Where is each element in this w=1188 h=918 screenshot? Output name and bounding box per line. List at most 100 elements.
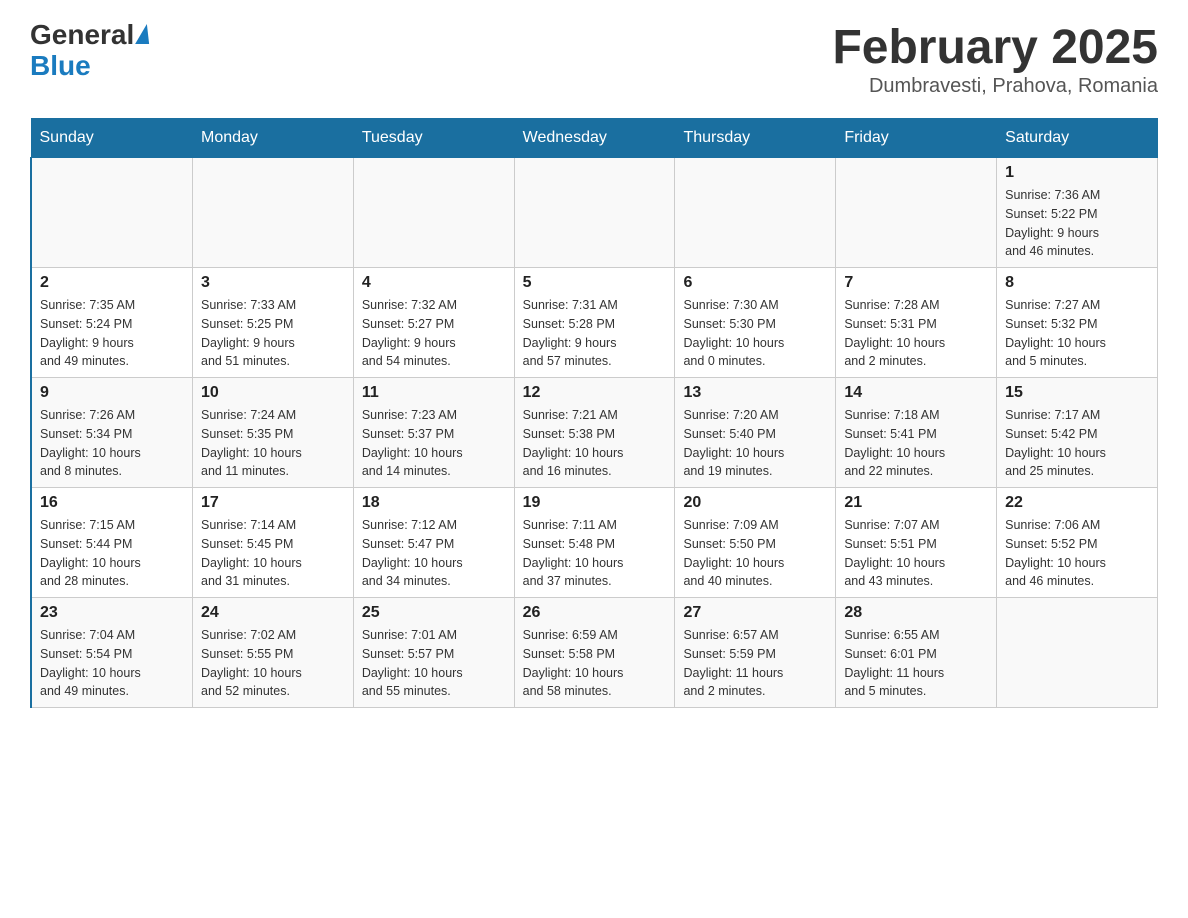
day-info: Sunrise: 7:07 AM Sunset: 5:51 PM Dayligh… [844,516,988,591]
day-info: Sunrise: 7:18 AM Sunset: 5:41 PM Dayligh… [844,406,988,481]
day-number: 12 [523,384,667,402]
day-info: Sunrise: 7:26 AM Sunset: 5:34 PM Dayligh… [40,406,184,481]
calendar-cell: 24 Sunrise: 7:02 AM Sunset: 5:55 PM Dayli… [193,598,354,708]
day-number: 13 [683,384,827,402]
calendar-cell: 4 Sunrise: 7:32 AM Sunset: 5:27 PM Daylig… [353,268,514,378]
calendar-cell: 3Sunrise: 7:33 AM Sunset: 5:25 PM Daylig… [193,268,354,378]
day-number: 4 [362,274,506,292]
calendar-cell: 13 Sunrise: 7:20 AM Sunset: 5:40 PM Dayli… [675,378,836,488]
day-number: 5 [523,274,667,292]
calendar-cell [193,158,354,268]
day-number: 27 [683,604,827,622]
calendar-cell: 20 Sunrise: 7:09 AM Sunset: 5:50 PM Dayli… [675,488,836,598]
day-number: 22 [1005,494,1149,512]
calendar-cell: 27Sunrise: 6:57 AM Sunset: 5:59 PM Dayli… [675,598,836,708]
calendar-week-5: 23 Sunrise: 7:04 AM Sunset: 5:54 PM Dayli… [31,598,1158,708]
day-number: 20 [683,494,827,512]
calendar-cell: 22 Sunrise: 7:06 AM Sunset: 5:52 PM Dayli… [997,488,1158,598]
day-number: 7 [844,274,988,292]
calendar-table: Sunday Monday Tuesday Wednesday Thursday… [30,118,1158,708]
logo-general-text: General [30,20,134,51]
day-number: 3 [201,274,345,292]
calendar-week-3: 9 Sunrise: 7:26 AM Sunset: 5:34 PM Daylig… [31,378,1158,488]
calendar-cell: 15Sunrise: 7:17 AM Sunset: 5:42 PM Dayli… [997,378,1158,488]
calendar-cell: 12 Sunrise: 7:21 AM Sunset: 5:38 PM Dayli… [514,378,675,488]
calendar-cell: 25 Sunrise: 7:01 AM Sunset: 5:57 PM Dayli… [353,598,514,708]
day-info: Sunrise: 7:17 AM Sunset: 5:42 PM Dayligh… [1005,406,1149,481]
day-number: 10 [201,384,345,402]
calendar-week-1: 1 Sunrise: 7:36 AM Sunset: 5:22 PM Daylig… [31,158,1158,268]
day-info: Sunrise: 7:27 AM Sunset: 5:32 PM Dayligh… [1005,296,1149,371]
day-number: 2 [40,274,184,292]
logo: General Blue [30,20,150,82]
calendar-cell [675,158,836,268]
col-friday: Friday [836,119,997,158]
logo-blue-text: Blue [30,50,91,81]
day-number: 9 [40,384,184,402]
day-info: Sunrise: 7:28 AM Sunset: 5:31 PM Dayligh… [844,296,988,371]
month-title: February 2025 [832,20,1158,75]
day-info: Sunrise: 7:02 AM Sunset: 5:55 PM Dayligh… [201,626,345,701]
calendar-cell [353,158,514,268]
day-number: 1 [1005,164,1149,182]
day-number: 21 [844,494,988,512]
calendar-cell: 16 Sunrise: 7:15 AM Sunset: 5:44 PM Dayli… [31,488,193,598]
day-number: 19 [523,494,667,512]
day-info: Sunrise: 7:15 AM Sunset: 5:44 PM Dayligh… [40,516,184,591]
col-tuesday: Tuesday [353,119,514,158]
col-thursday: Thursday [675,119,836,158]
calendar-cell: 2Sunrise: 7:35 AM Sunset: 5:24 PM Daylig… [31,268,193,378]
day-info: Sunrise: 6:55 AM Sunset: 6:01 PM Dayligh… [844,626,988,701]
calendar-cell: 9 Sunrise: 7:26 AM Sunset: 5:34 PM Daylig… [31,378,193,488]
page-header: General Blue February 2025 Dumbravesti, … [30,20,1158,98]
title-area: February 2025 Dumbravesti, Prahova, Roma… [832,20,1158,98]
day-info: Sunrise: 7:21 AM Sunset: 5:38 PM Dayligh… [523,406,667,481]
col-wednesday: Wednesday [514,119,675,158]
day-info: Sunrise: 7:20 AM Sunset: 5:40 PM Dayligh… [683,406,827,481]
calendar-cell: 1 Sunrise: 7:36 AM Sunset: 5:22 PM Daylig… [997,158,1158,268]
day-info: Sunrise: 7:04 AM Sunset: 5:54 PM Dayligh… [40,626,184,701]
calendar-week-4: 16 Sunrise: 7:15 AM Sunset: 5:44 PM Dayli… [31,488,1158,598]
day-info: Sunrise: 7:09 AM Sunset: 5:50 PM Dayligh… [683,516,827,591]
calendar-cell: 11Sunrise: 7:23 AM Sunset: 5:37 PM Dayli… [353,378,514,488]
calendar-cell [514,158,675,268]
calendar-cell: 14 Sunrise: 7:18 AM Sunset: 5:41 PM Dayli… [836,378,997,488]
calendar-cell: 8 Sunrise: 7:27 AM Sunset: 5:32 PM Daylig… [997,268,1158,378]
day-info: Sunrise: 7:24 AM Sunset: 5:35 PM Dayligh… [201,406,345,481]
calendar-week-2: 2Sunrise: 7:35 AM Sunset: 5:24 PM Daylig… [31,268,1158,378]
calendar-cell: 7 Sunrise: 7:28 AM Sunset: 5:31 PM Daylig… [836,268,997,378]
calendar-cell: 6Sunrise: 7:30 AM Sunset: 5:30 PM Daylig… [675,268,836,378]
day-number: 16 [40,494,184,512]
day-info: Sunrise: 7:32 AM Sunset: 5:27 PM Dayligh… [362,296,506,371]
calendar-cell: 26Sunrise: 6:59 AM Sunset: 5:58 PM Dayli… [514,598,675,708]
day-info: Sunrise: 7:12 AM Sunset: 5:47 PM Dayligh… [362,516,506,591]
calendar-cell: 5 Sunrise: 7:31 AM Sunset: 5:28 PM Daylig… [514,268,675,378]
day-number: 28 [844,604,988,622]
day-info: Sunrise: 7:14 AM Sunset: 5:45 PM Dayligh… [201,516,345,591]
calendar-cell: 23 Sunrise: 7:04 AM Sunset: 5:54 PM Dayli… [31,598,193,708]
day-number: 23 [40,604,184,622]
day-number: 25 [362,604,506,622]
day-info: Sunrise: 7:06 AM Sunset: 5:52 PM Dayligh… [1005,516,1149,591]
day-info: Sunrise: 7:11 AM Sunset: 5:48 PM Dayligh… [523,516,667,591]
day-info: Sunrise: 7:01 AM Sunset: 5:57 PM Dayligh… [362,626,506,701]
day-number: 17 [201,494,345,512]
calendar-cell: 21 Sunrise: 7:07 AM Sunset: 5:51 PM Dayli… [836,488,997,598]
calendar-cell [997,598,1158,708]
calendar-cell: 18 Sunrise: 7:12 AM Sunset: 5:47 PM Dayli… [353,488,514,598]
day-number: 8 [1005,274,1149,292]
day-info: Sunrise: 6:59 AM Sunset: 5:58 PM Dayligh… [523,626,667,701]
day-info: Sunrise: 7:31 AM Sunset: 5:28 PM Dayligh… [523,296,667,371]
day-info: Sunrise: 7:36 AM Sunset: 5:22 PM Dayligh… [1005,186,1149,261]
day-number: 14 [844,384,988,402]
col-sunday: Sunday [31,119,193,158]
day-number: 24 [201,604,345,622]
day-info: Sunrise: 7:30 AM Sunset: 5:30 PM Dayligh… [683,296,827,371]
calendar-cell: 28 Sunrise: 6:55 AM Sunset: 6:01 PM Dayli… [836,598,997,708]
location-text: Dumbravesti, Prahova, Romania [832,75,1158,98]
calendar-cell: 17 Sunrise: 7:14 AM Sunset: 5:45 PM Dayli… [193,488,354,598]
day-number: 18 [362,494,506,512]
day-number: 11 [362,384,506,402]
col-saturday: Saturday [997,119,1158,158]
calendar-cell: 19 Sunrise: 7:11 AM Sunset: 5:48 PM Dayli… [514,488,675,598]
